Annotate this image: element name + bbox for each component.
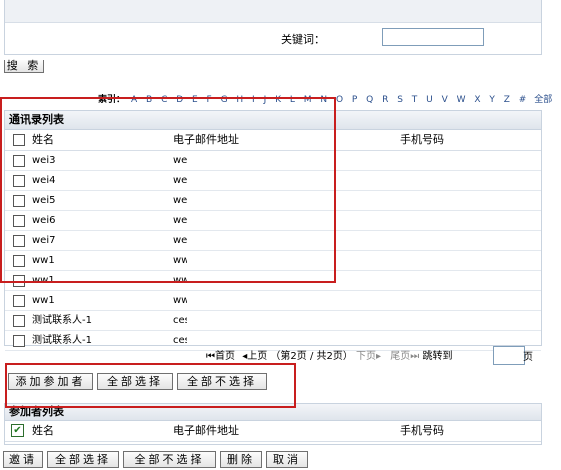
jump-label: 跳转到 bbox=[422, 351, 453, 362]
keyword-label: 关键词： bbox=[281, 33, 325, 46]
participants-panel: 参加者列表 ✔ 姓名 电子邮件地址 手机号码 bbox=[4, 403, 542, 445]
search-panel-header bbox=[5, 0, 541, 23]
bottom-select-all-button[interactable]: 全部选择 bbox=[47, 451, 119, 468]
participants-header-row: ✔ 姓名 电子邮件地址 手机号码 bbox=[5, 421, 541, 442]
index-all-link[interactable]: 全部 bbox=[534, 95, 552, 105]
highlight-box-contacts bbox=[0, 97, 336, 283]
next-page-icon[interactable]: ▸ bbox=[376, 351, 381, 362]
row-checkbox[interactable] bbox=[13, 335, 25, 347]
contact-name: 测试联系人-1 bbox=[32, 315, 92, 326]
contact-email: ceshi@ bbox=[173, 335, 187, 346]
contact-name: ww1 bbox=[32, 295, 55, 306]
contact-email: ceshi@ bbox=[173, 315, 187, 326]
participants-header-email: 电子邮件地址 bbox=[173, 424, 239, 437]
next-page-link[interactable]: 下页 bbox=[356, 351, 376, 362]
invite-button[interactable]: 邀请 bbox=[3, 451, 43, 468]
first-page-icon[interactable]: ⏮ bbox=[206, 351, 215, 362]
bottom-select-none-button[interactable]: 全部不选择 bbox=[123, 451, 216, 468]
prev-page-link[interactable]: 上页 bbox=[247, 351, 267, 362]
row-checkbox[interactable] bbox=[13, 295, 25, 307]
table-row[interactable]: ww1 ww1@ bbox=[5, 291, 541, 311]
delete-button[interactable]: 删除 bbox=[220, 451, 262, 468]
contact-email: ww1@ bbox=[173, 295, 187, 306]
table-row[interactable]: 测试联系人-1 ceshi@ bbox=[5, 311, 541, 331]
contact-name: 测试联系人-1 bbox=[32, 335, 92, 346]
cancel-button[interactable]: 取消 bbox=[266, 451, 308, 468]
header-phone: 手机号码 bbox=[400, 133, 444, 146]
participants-select-all-checkbox[interactable]: ✔ bbox=[11, 424, 24, 437]
page-info: （第2页 / 共2页） bbox=[270, 351, 353, 362]
participants-header-phone: 手机号码 bbox=[400, 424, 444, 437]
highlight-box-actions bbox=[5, 363, 296, 408]
keyword-input[interactable] bbox=[382, 28, 484, 46]
participants-header-name: 姓名 bbox=[32, 424, 54, 437]
search-button[interactable]: 搜 索 bbox=[4, 60, 44, 73]
first-page-link[interactable]: 首页 bbox=[215, 351, 235, 362]
last-page-link[interactable]: 尾页 bbox=[390, 351, 410, 362]
pager: ⏮首页 ◂上页 （第2页 / 共2页） 下页▸ 尾页⏭ 跳转到 bbox=[206, 347, 452, 362]
last-page-icon[interactable]: ⏭ bbox=[410, 351, 419, 362]
page-number-input[interactable] bbox=[493, 346, 525, 365]
row-checkbox[interactable] bbox=[13, 315, 25, 327]
page-suffix: 页 bbox=[523, 352, 533, 363]
